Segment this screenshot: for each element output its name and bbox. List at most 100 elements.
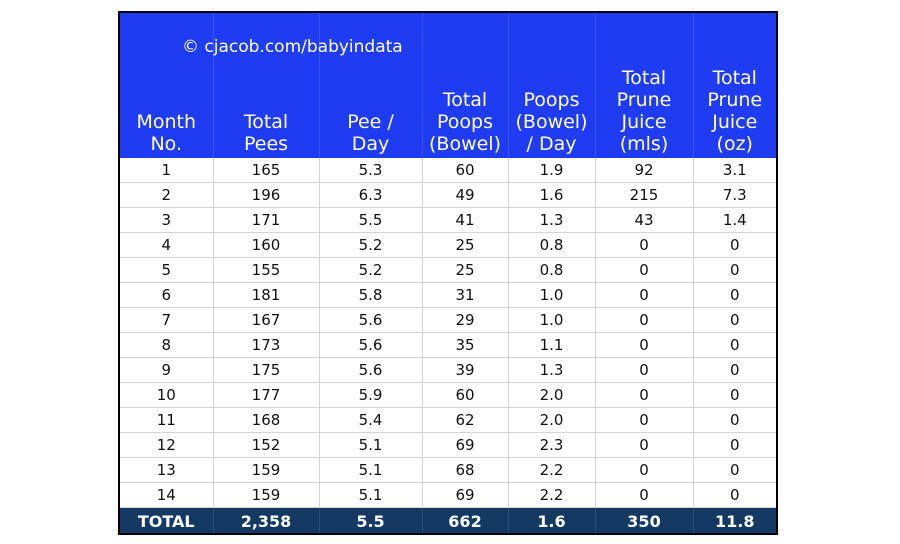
table-cell[interactable]: 5.2: [319, 232, 423, 258]
table-cell[interactable]: 1.3: [508, 207, 596, 233]
table-cell[interactable]: 3.1: [693, 158, 776, 183]
total-label[interactable]: TOTAL: [120, 507, 214, 533]
total-cell[interactable]: 2,358: [213, 507, 320, 533]
table-cell[interactable]: 5.1: [319, 432, 423, 458]
table-cell[interactable]: 173: [213, 332, 320, 358]
table-cell[interactable]: 155: [213, 257, 320, 283]
table-cell[interactable]: 171: [213, 207, 320, 233]
table-cell[interactable]: 29: [422, 307, 509, 333]
table-cell[interactable]: 9: [120, 357, 214, 383]
table-cell[interactable]: 49: [422, 182, 509, 208]
table-cell[interactable]: 11: [120, 407, 214, 433]
column-header[interactable]: Pee / Day: [319, 13, 423, 158]
table-cell[interactable]: 41: [422, 207, 509, 233]
column-header[interactable]: Poops (Bowel) / Day: [508, 13, 596, 158]
table-cell[interactable]: 5.2: [319, 257, 423, 283]
table-cell[interactable]: 2.3: [508, 432, 596, 458]
table-cell[interactable]: 3: [120, 207, 214, 233]
column-header[interactable]: Total Pees: [213, 13, 320, 158]
table-cell[interactable]: 0: [595, 282, 694, 308]
table-cell[interactable]: 62: [422, 407, 509, 433]
table-cell[interactable]: 5.6: [319, 332, 423, 358]
table-cell[interactable]: 159: [213, 482, 320, 508]
table-cell[interactable]: 1: [120, 158, 214, 183]
table-cell[interactable]: 0: [693, 482, 776, 508]
table-cell[interactable]: 0: [595, 332, 694, 358]
table-cell[interactable]: 0: [693, 282, 776, 308]
table-cell[interactable]: 0.8: [508, 257, 596, 283]
table-cell[interactable]: 14: [120, 482, 214, 508]
table-cell[interactable]: 0: [693, 307, 776, 333]
table-cell[interactable]: 1.4: [693, 207, 776, 233]
table-cell[interactable]: 0: [693, 357, 776, 383]
table-cell[interactable]: 2.2: [508, 482, 596, 508]
table-cell[interactable]: 25: [422, 232, 509, 258]
table-cell[interactable]: 0.8: [508, 232, 596, 258]
table-cell[interactable]: 1.9: [508, 158, 596, 183]
table-cell[interactable]: 159: [213, 457, 320, 483]
total-cell[interactable]: 1.6: [508, 507, 596, 533]
table-cell[interactable]: 168: [213, 407, 320, 433]
table-cell[interactable]: 0: [693, 457, 776, 483]
table-cell[interactable]: 2: [120, 182, 214, 208]
table-cell[interactable]: 12: [120, 432, 214, 458]
table-cell[interactable]: 175: [213, 357, 320, 383]
table-cell[interactable]: 0: [693, 407, 776, 433]
table-cell[interactable]: 1.0: [508, 307, 596, 333]
table-cell[interactable]: 92: [595, 158, 694, 183]
table-cell[interactable]: 0: [693, 257, 776, 283]
table-cell[interactable]: 177: [213, 382, 320, 408]
table-cell[interactable]: 181: [213, 282, 320, 308]
table-cell[interactable]: 13: [120, 457, 214, 483]
table-cell[interactable]: 69: [422, 432, 509, 458]
table-cell[interactable]: 2.0: [508, 382, 596, 408]
table-cell[interactable]: 5.4: [319, 407, 423, 433]
table-cell[interactable]: 60: [422, 382, 509, 408]
table-cell[interactable]: 0: [693, 432, 776, 458]
table-cell[interactable]: 0: [595, 232, 694, 258]
table-cell[interactable]: 0: [595, 482, 694, 508]
table-cell[interactable]: 0: [595, 257, 694, 283]
table-cell[interactable]: 8: [120, 332, 214, 358]
table-cell[interactable]: 0: [595, 357, 694, 383]
table-cell[interactable]: 0: [595, 457, 694, 483]
table-cell[interactable]: 1.0: [508, 282, 596, 308]
table-cell[interactable]: 6.3: [319, 182, 423, 208]
table-cell[interactable]: 0: [693, 332, 776, 358]
table-cell[interactable]: 5.5: [319, 207, 423, 233]
table-cell[interactable]: 7.3: [693, 182, 776, 208]
table-cell[interactable]: 160: [213, 232, 320, 258]
table-cell[interactable]: 60: [422, 158, 509, 183]
table-cell[interactable]: 5.6: [319, 357, 423, 383]
column-header[interactable]: Total Poops (Bowel): [422, 13, 509, 158]
column-header[interactable]: Total Prune Juice (oz): [693, 13, 776, 158]
table-cell[interactable]: 0: [595, 407, 694, 433]
table-cell[interactable]: 4: [120, 232, 214, 258]
table-cell[interactable]: 196: [213, 182, 320, 208]
total-cell[interactable]: 350: [595, 507, 694, 533]
table-cell[interactable]: 0: [693, 382, 776, 408]
table-cell[interactable]: 1.3: [508, 357, 596, 383]
table-cell[interactable]: 31: [422, 282, 509, 308]
table-cell[interactable]: 167: [213, 307, 320, 333]
table-cell[interactable]: 5.1: [319, 457, 423, 483]
table-cell[interactable]: 5: [120, 257, 214, 283]
column-header[interactable]: Month No.: [120, 13, 214, 158]
column-header[interactable]: Total Prune Juice (mls): [595, 13, 694, 158]
table-cell[interactable]: 68: [422, 457, 509, 483]
table-cell[interactable]: 0: [595, 307, 694, 333]
table-cell[interactable]: 7: [120, 307, 214, 333]
table-cell[interactable]: 10: [120, 382, 214, 408]
table-cell[interactable]: 1.1: [508, 332, 596, 358]
table-cell[interactable]: 165: [213, 158, 320, 183]
table-cell[interactable]: 5.8: [319, 282, 423, 308]
table-cell[interactable]: 5.3: [319, 158, 423, 183]
table-cell[interactable]: 6: [120, 282, 214, 308]
table-cell[interactable]: 2.2: [508, 457, 596, 483]
table-cell[interactable]: 2.0: [508, 407, 596, 433]
table-cell[interactable]: 5.1: [319, 482, 423, 508]
table-cell[interactable]: 152: [213, 432, 320, 458]
table-cell[interactable]: 0: [595, 382, 694, 408]
table-cell[interactable]: 0: [693, 232, 776, 258]
total-cell[interactable]: 5.5: [319, 507, 423, 533]
